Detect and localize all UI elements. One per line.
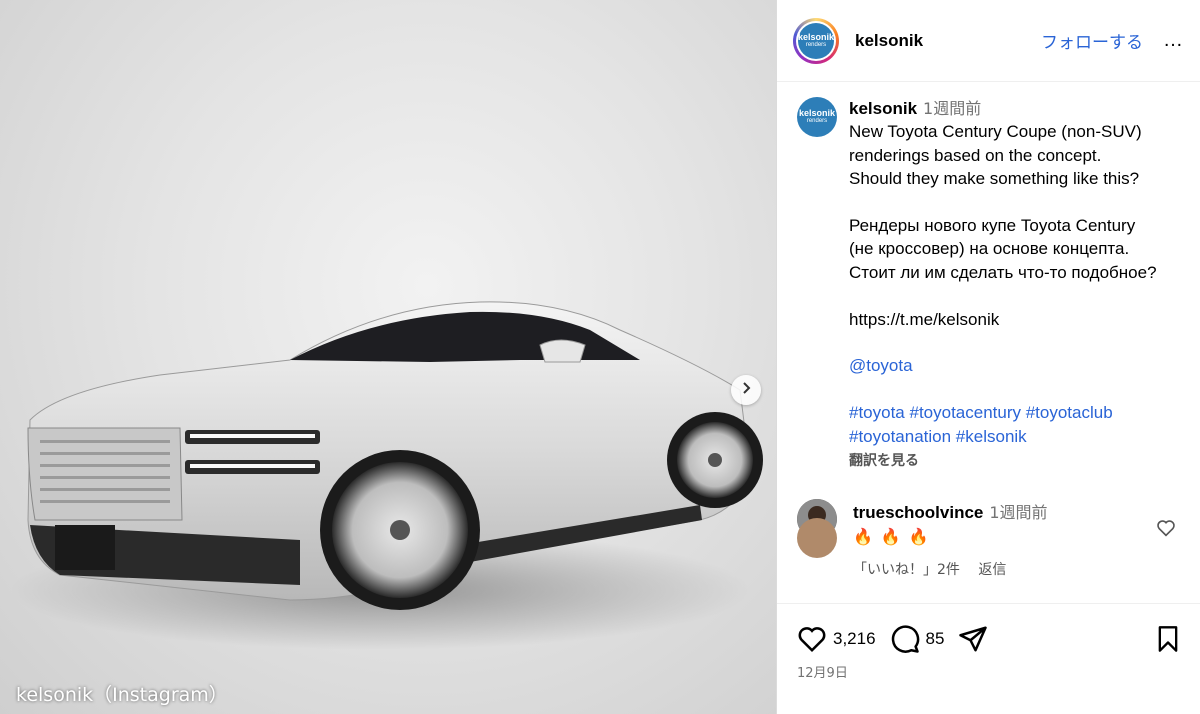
commenter-username[interactable]: trueschoolvince: [853, 503, 983, 522]
follow-button[interactable]: フォローする: [1041, 28, 1143, 53]
caption-text-line: Рендеры нового купе Toyota Century: [849, 216, 1136, 236]
comment-bubble-icon[interactable]: [890, 624, 920, 654]
share-send-icon[interactable]: [958, 625, 988, 653]
post-header: kelsonik renders kelsonik フォローする …: [777, 0, 1200, 82]
header-username[interactable]: kelsonik: [855, 31, 923, 51]
like-heart-icon[interactable]: [797, 625, 827, 653]
kelsonik-logo: kelsonik renders: [798, 22, 834, 59]
comment-heart-icon[interactable]: [1156, 519, 1176, 542]
caption-avatar[interactable]: kelsonik renders: [797, 97, 837, 137]
image-credit: kelsonik（Instagram）: [16, 684, 228, 706]
bookmark-icon[interactable]: [1156, 625, 1180, 653]
reply-button[interactable]: 返信: [978, 562, 1006, 578]
chevron-right-icon: [739, 381, 753, 400]
caption-url: https://t.me/kelsonik: [849, 309, 1000, 329]
next-image-button[interactable]: [731, 375, 761, 405]
post-date: 12月9日: [797, 666, 848, 681]
caption-text-line: Should they make something like this?: [849, 169, 1140, 189]
more-options-button[interactable]: …: [1163, 29, 1184, 52]
profile-avatar[interactable]: kelsonik renders: [793, 17, 839, 64]
comment-likes[interactable]: 「いいね！」2件: [853, 562, 960, 578]
post-image[interactable]: kelsonik（Instagram）: [0, 0, 776, 714]
hashtags-line[interactable]: #toyota #toyotacentury #toyotaclub: [849, 401, 1157, 424]
caption-text-line: renderings based on the concept.: [849, 145, 1102, 165]
post-side-panel: kelsonik renders kelsonik フォローする … kelso…: [776, 0, 1200, 714]
comment-count: 85: [925, 629, 945, 648]
like-count: 3,216: [833, 629, 876, 648]
comment-item: trueschoolvince 1週間前 🔥🔥🔥 「いいね！」2件 返信: [797, 499, 1180, 579]
comments-area[interactable]: kelsonik renders kelsonik 1週間前 New Toyota…: [777, 83, 1200, 603]
caption-time: 1週間前: [923, 99, 982, 118]
caption-text-line: New Toyota Century Coupe (non-SUV): [849, 122, 1142, 142]
next-commenter-avatar[interactable]: [797, 518, 837, 558]
car-rendering-image: [10, 301, 763, 650]
mention-link[interactable]: @toyota: [849, 354, 1157, 377]
caption-text-line: (не кроссовер) на основе концепта.: [849, 239, 1130, 259]
comment-time: 1週間前: [989, 503, 1048, 523]
comment-text: 🔥🔥🔥: [853, 529, 937, 547]
caption-username[interactable]: kelsonik: [849, 99, 917, 118]
hashtags-line[interactable]: #toyotanation #kelsonik: [849, 425, 1157, 448]
caption: kelsonik renders kelsonik 1週間前 New Toyota…: [797, 97, 1180, 473]
post-actions: 3,216 85 12月9日: [777, 603, 1200, 714]
caption-text-line: Стоит ли им сделать что-то подобное?: [849, 262, 1157, 282]
see-translation-button[interactable]: 翻訳を見る: [849, 450, 1157, 473]
